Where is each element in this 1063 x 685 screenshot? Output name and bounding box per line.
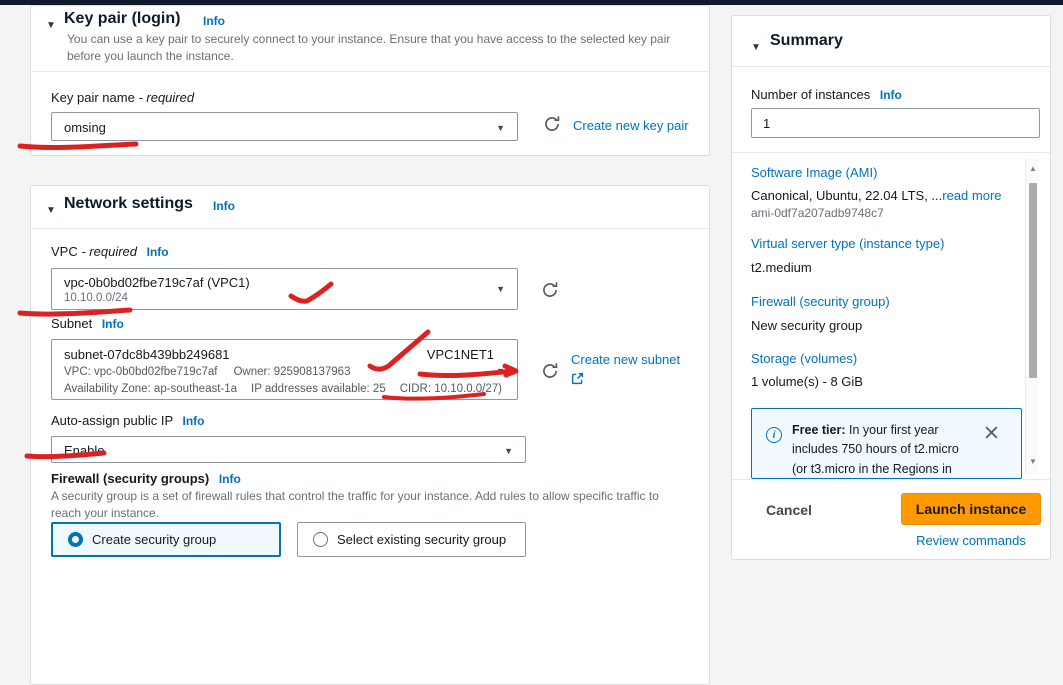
scroll-up-arrow[interactable]: ▲ (1026, 164, 1040, 173)
external-link-button[interactable] (571, 372, 584, 390)
required-suffix: - required (138, 90, 194, 105)
key-pair-info-link[interactable]: Info (203, 14, 225, 28)
read-more-link[interactable]: read more (942, 188, 1001, 203)
create-security-group-option[interactable]: Create security group (51, 522, 281, 557)
firewall-value: New security group (751, 318, 862, 333)
subnet-meta-row-1: VPC: vpc-0b0bd02fbe719c7af Owner: 925908… (64, 366, 350, 378)
firewall-label: Firewall (security groups) Info (51, 471, 241, 486)
launch-instance-page: { "colors": { "accent": "#0073bb", "oran… (0, 0, 1063, 582)
subnet-ip-meta: IP addresses available: 25 (251, 383, 386, 395)
auto-assign-selected-value: Enable (64, 443, 104, 458)
auto-assign-info-link[interactable]: Info (183, 414, 205, 428)
radio-unselected-icon (313, 532, 328, 547)
auto-assign-label: Auto-assign public IP Info (51, 413, 205, 428)
key-pair-title: Key pair (login) (64, 10, 180, 28)
vpc-cidr: 10.10.0.0/24 (64, 292, 128, 304)
summary-header[interactable]: ▼ (751, 37, 761, 55)
subnet-vpc-meta: VPC: vpc-0b0bd02fbe719c7af (64, 366, 217, 378)
collapse-caret-icon: ▼ (46, 205, 56, 216)
divider (31, 71, 709, 72)
collapse-caret-icon: ▼ (751, 42, 761, 53)
close-free-tier-button[interactable] (984, 425, 999, 445)
firewall-section-link[interactable]: Firewall (security group) (751, 294, 890, 309)
network-info-link[interactable]: Info (213, 199, 235, 213)
vpc-info-link[interactable]: Info (147, 245, 169, 259)
collapse-caret-icon: ▼ (46, 20, 56, 31)
key-pair-select[interactable]: omsing ▼ (51, 112, 518, 141)
divider (732, 152, 1050, 153)
key-pair-selected-value: omsing (64, 120, 106, 135)
radio-label: Select existing security group (337, 532, 506, 547)
key-pair-description: You can use a key pair to securely conne… (67, 31, 679, 66)
divider (31, 228, 709, 229)
subnet-id: subnet-07dc8b439bb249681 (64, 347, 230, 362)
chevron-down-icon: ▼ (496, 123, 505, 133)
radio-selected-icon (68, 532, 83, 547)
auto-assign-select[interactable]: Enable ▼ (51, 436, 526, 463)
summary-panel: ▼ Summary Number of instances Info Softw… (731, 15, 1051, 560)
refresh-icon (543, 115, 561, 133)
subnet-info-link[interactable]: Info (102, 317, 124, 331)
vpc-select[interactable]: vpc-0b0bd02fbe719c7af (VPC1) 10.10.0.0/2… (51, 268, 518, 310)
summary-scrollbar[interactable]: ▲ ▼ (1025, 159, 1039, 474)
close-icon (984, 425, 999, 440)
ami-id: ami-0df7a207adb9748c7 (751, 206, 884, 220)
refresh-icon (541, 281, 559, 299)
chevron-down-icon: ▼ (496, 284, 505, 294)
divider (732, 66, 1050, 67)
free-tier-text: Free tier: In your first year includes 7… (792, 421, 977, 479)
subnet-name-tag: VPC1NET1 (427, 347, 494, 362)
create-new-subnet-link[interactable]: Create new subnet (571, 352, 681, 367)
select-existing-security-group-option[interactable]: Select existing security group (297, 522, 526, 557)
refresh-icon (541, 362, 559, 380)
cancel-button[interactable]: Cancel (766, 502, 812, 518)
key-pair-header[interactable]: ▼ (46, 15, 56, 33)
subnet-meta-row-2: Availability Zone: ap-southeast-1a IP ad… (64, 383, 502, 395)
free-tier-alert: i Free tier: In your first year includes… (751, 408, 1022, 479)
scroll-thumb[interactable] (1029, 183, 1037, 378)
firewall-info-link[interactable]: Info (219, 472, 241, 486)
free-tier-bold: Free tier: (792, 423, 846, 437)
instances-label: Number of instances Info (751, 87, 902, 102)
subnet-select[interactable]: subnet-07dc8b439bb249681 VPC1NET1 VPC: v… (51, 339, 518, 400)
ami-description: Canonical, Ubuntu, 22.04 LTS, ...read mo… (751, 188, 1002, 203)
network-settings-section: ▼ Network settings Info VPC - required I… (30, 185, 710, 685)
ami-section-link[interactable]: Software Image (AMI) (751, 165, 877, 180)
instances-input[interactable] (751, 108, 1040, 138)
create-new-key-pair-link[interactable]: Create new key pair (573, 118, 689, 133)
divider (732, 479, 1050, 480)
chevron-down-icon: ▼ (496, 366, 505, 376)
subnet-owner-meta: Owner: 925908137963 (233, 366, 350, 378)
firewall-description: A security group is a set of firewall ru… (51, 488, 691, 523)
subnet-cidr-meta: CIDR: 10.10.0.0/27) (400, 383, 502, 395)
instance-type-value: t2.medium (751, 260, 812, 275)
info-circle-icon: i (766, 427, 782, 443)
refresh-keypair-button[interactable] (543, 115, 561, 138)
storage-value: 1 volume(s) - 8 GiB (751, 374, 863, 389)
external-link-icon (571, 372, 584, 385)
launch-instance-button[interactable]: Launch instance (901, 493, 1041, 525)
refresh-subnet-button[interactable] (541, 362, 559, 385)
subnet-az-meta: Availability Zone: ap-southeast-1a (64, 383, 237, 395)
required-suffix: - required (81, 244, 137, 259)
radio-label: Create security group (92, 532, 216, 547)
refresh-vpc-button[interactable] (541, 281, 559, 304)
scroll-down-arrow[interactable]: ▼ (1026, 457, 1040, 466)
network-settings-title: Network settings (64, 195, 193, 213)
network-header[interactable]: ▼ (46, 200, 56, 218)
vpc-label: VPC - required Info (51, 244, 169, 259)
subnet-label: Subnet Info (51, 316, 124, 331)
chevron-down-icon: ▼ (504, 446, 513, 456)
key-pair-name-label: Key pair name - required (51, 90, 194, 105)
review-commands-link[interactable]: Review commands (901, 533, 1041, 548)
instance-type-section-link[interactable]: Virtual server type (instance type) (751, 236, 944, 251)
key-pair-section: ▼ Key pair (login) Info You can use a ke… (30, 5, 710, 156)
summary-title: Summary (770, 32, 843, 50)
storage-section-link[interactable]: Storage (volumes) (751, 351, 857, 366)
vpc-selected-value: vpc-0b0bd02fbe719c7af (VPC1) (64, 275, 250, 290)
instances-info-link[interactable]: Info (880, 88, 902, 102)
